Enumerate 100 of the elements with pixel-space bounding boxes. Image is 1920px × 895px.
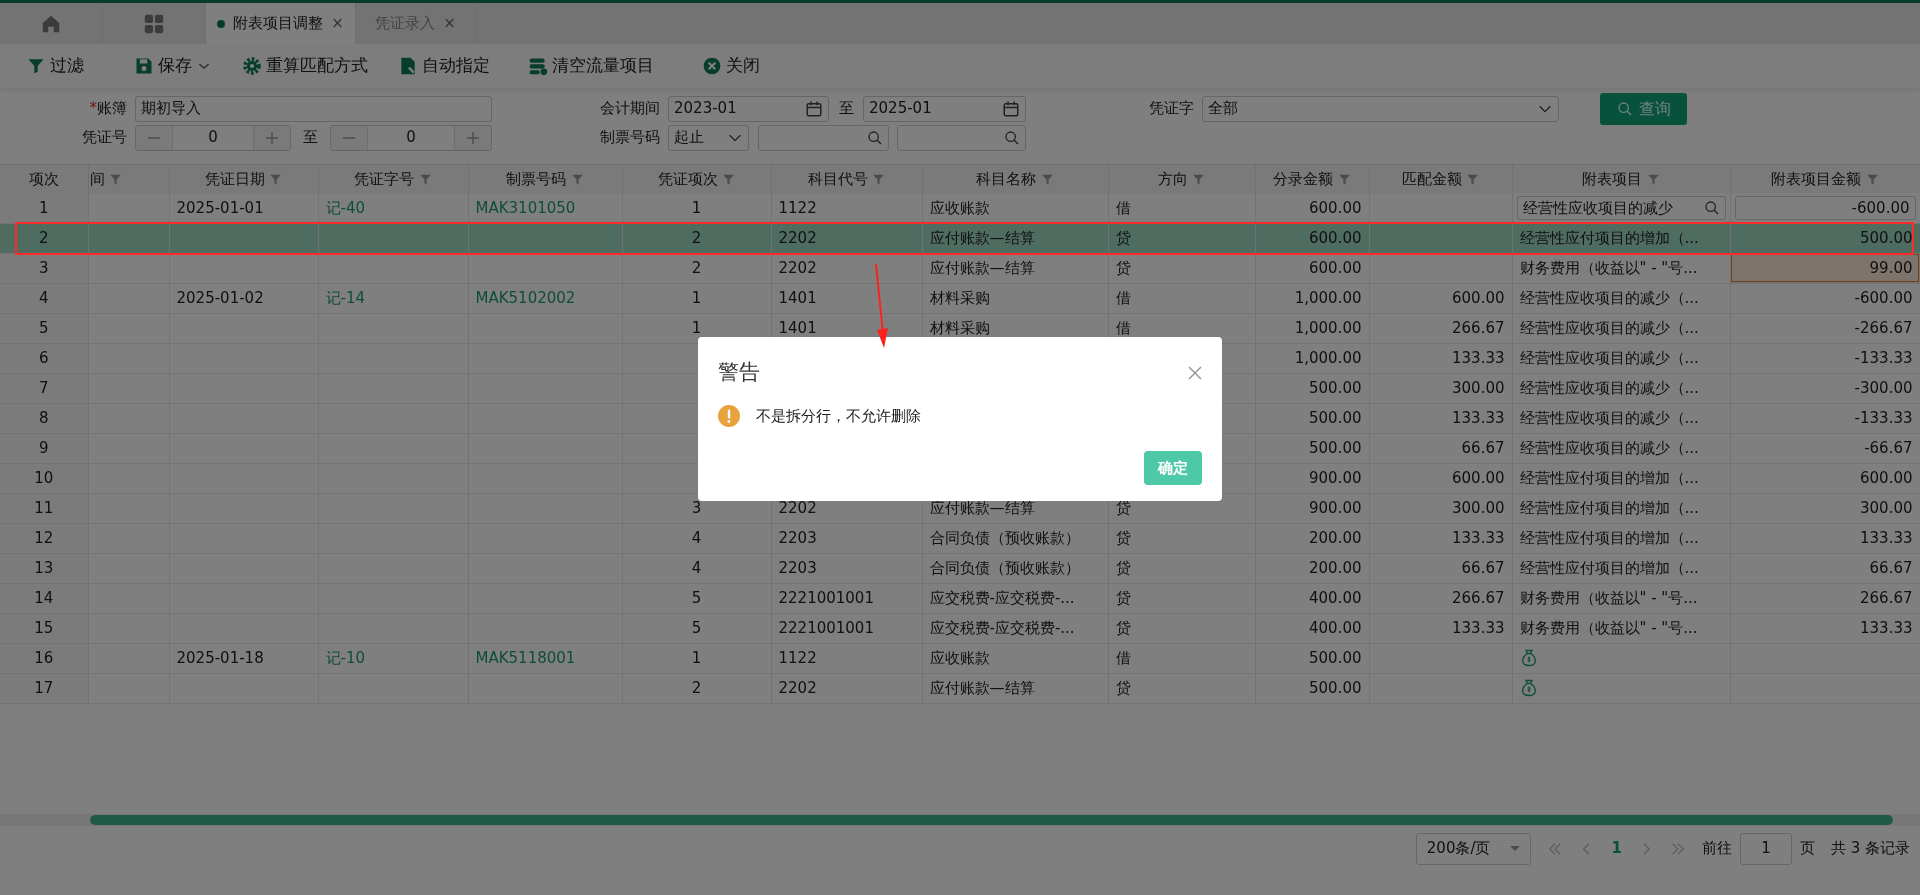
field-label: 账簿 [97, 99, 127, 118]
table-cell: 贷 [1115, 528, 1131, 547]
table-cell: 3 [691, 498, 702, 517]
toolbar-button[interactable]: 关闭 [702, 53, 760, 79]
table-cell: 266.67 [1452, 588, 1505, 607]
table-cell: 2202 [778, 498, 817, 517]
date-field[interactable]: 2025-01 [863, 95, 1026, 122]
table-row[interactable]: 4 2025-01-02 记-14 MAK5102002 1 1401 材料采购 借 1,000.00 600.00 经营性应收项目的减少（... -600.00 [0, 283, 1920, 313]
table-row[interactable]: 13 4 2203 合同负债（预收账款） 贷 200.00 66.67 经营性应付项目的增加（... 66.67 [0, 553, 1920, 583]
table-row[interactable]: 15 5 2221001001 应交税费-应交税费-... 贷 400.00 133.33 财务费用（收益以" - "号... 133.33 [0, 613, 1920, 643]
table-cell: 600.00 [1452, 468, 1505, 487]
table-cell: 借 [1115, 288, 1131, 307]
table-cell: 14 [34, 588, 54, 607]
table-cell: 经营性应付项目的增加（... [1519, 498, 1699, 517]
table-cell: 应付账款—结算 [929, 678, 1035, 697]
table-cell: 133.33 [1860, 618, 1913, 637]
table-cell: 1,000.00 [1294, 348, 1362, 367]
field-label: 制票号码 [600, 128, 660, 147]
table-cell: 1 [691, 198, 702, 217]
table-cell: 200.00 [1309, 558, 1362, 577]
table-cell: 应付账款—结算 [929, 258, 1035, 277]
link[interactable]: 记-14 [325, 288, 365, 307]
horizontal-scrollbar[interactable] [0, 814, 1920, 826]
table-cell: 2 [38, 228, 49, 247]
toolbar-button[interactable]: 重算匹配方式 [242, 53, 368, 79]
table-cell: 贷 [1115, 258, 1131, 277]
table-cell: 66.67 [1869, 558, 1913, 577]
table-cell: 66.67 [1461, 438, 1505, 457]
close-icon[interactable]: × [443, 12, 456, 35]
link[interactable]: 记-40 [325, 198, 365, 217]
table-row[interactable]: 16 2025-01-18 记-10 MAK5118001 1 1122 应收账款 借 500.00 [0, 643, 1920, 673]
table-row[interactable]: 2 2 2202 应付账款—结算 贷 600.00 经营性应付项目的增加（... 500.00 [0, 223, 1920, 253]
table-cell: 133.33 [1452, 528, 1505, 547]
table-cell: 2221001001 [778, 588, 874, 607]
table-cell: 133.33 [1860, 528, 1913, 547]
close-icon[interactable]: × [331, 12, 344, 35]
table-cell: 3 [38, 258, 49, 277]
table-row[interactable]: 14 5 2221001001 应交税费-应交税费-... 贷 400.00 266.67 财务费用（收益以" - "号... 266.67 [0, 583, 1920, 613]
table-row[interactable]: 12 4 2203 合同负债（预收账款） 贷 200.00 133.33 经营性应付项目的增加（... 133.33 [0, 523, 1920, 553]
table-cell: 500.00 [1309, 438, 1362, 457]
table-cell: 500.00 [1309, 408, 1362, 427]
table-cell: 16 [34, 648, 54, 667]
table-cell: 1,000.00 [1294, 288, 1362, 307]
voucher-type-select[interactable]: 全部 [1202, 95, 1559, 122]
record-count: 共 3 条记录 [1830, 838, 1910, 860]
table-cell: -600.00 [1854, 288, 1913, 307]
number-stepper[interactable]: 0 [135, 124, 291, 151]
toolbar-button[interactable]: 过滤 [26, 53, 84, 79]
table-cell: 2202 [778, 258, 817, 277]
database-icon [528, 56, 548, 76]
table-row[interactable]: 3 2 2202 应付账款—结算 贷 600.00 财务费用（收益以" - "号... 99.00 [0, 253, 1920, 283]
toolbar-button[interactable]: 清空流量项目 [528, 53, 654, 79]
range-select[interactable]: 起止 [668, 124, 749, 151]
table-row[interactable]: 1 2025-01-01 记-40 MAK3101050 1 1122 应收账款 借 600.00 经营性应收项目的减少 -600.00 [0, 193, 1920, 223]
close-circle-icon [702, 56, 722, 76]
table-cell: 2025-01-01 [176, 198, 264, 217]
column-header: 分录金额 [1273, 169, 1334, 188]
table-cell: 2 [691, 228, 702, 247]
table-cell: 500.00 [1309, 378, 1362, 397]
required-mark: * [89, 99, 97, 118]
link[interactable]: MAK5118001 [475, 648, 576, 667]
plus-icon[interactable] [265, 130, 279, 145]
column-header: 凭证项次 [657, 169, 718, 188]
search-icon [1703, 199, 1720, 216]
toolbar-button[interactable]: 保存 [134, 53, 212, 79]
link[interactable]: MAK5102002 [475, 288, 576, 307]
table-cell: 1 [38, 198, 49, 217]
search-field[interactable] [897, 124, 1026, 151]
close-icon[interactable] [1188, 365, 1202, 380]
pager-label: 前往 [1701, 838, 1732, 860]
calendar-icon [805, 99, 823, 118]
table-cell: 贷 [1115, 678, 1131, 697]
table-cell: 9 [38, 438, 49, 457]
link[interactable]: MAK3101050 [475, 198, 576, 217]
table-cell: 2025-01-18 [176, 648, 264, 667]
table-cell: 1122 [778, 648, 817, 667]
item-search-field[interactable]: 经营性应收项目的减少 [1516, 195, 1726, 220]
link[interactable]: 记-10 [325, 648, 365, 667]
number-stepper[interactable]: 0 [330, 124, 492, 151]
table-cell: 66.67 [1461, 558, 1505, 577]
column-header: 凭证字号 [354, 169, 415, 188]
page-input[interactable]: 1 [1739, 832, 1792, 865]
page-size-select[interactable]: 200条/页 [1416, 832, 1532, 865]
ledger-field[interactable]: 期初导入 [135, 95, 492, 122]
table-cell: 133.33 [1452, 348, 1505, 367]
plus-icon[interactable] [466, 130, 480, 145]
date-field[interactable]: 2023-01 [668, 95, 829, 122]
tab[interactable]: 附表项目调整 × [206, 3, 356, 44]
gear-icon [242, 56, 262, 76]
table-cell: 12 [34, 528, 54, 547]
table-row[interactable]: 17 2 2202 应付账款—结算 贷 500.00 [0, 673, 1920, 703]
table-cell: 材料采购 [929, 318, 990, 337]
table-cell: 5 [691, 618, 702, 637]
table-cell: 经营性应收项目的减少（... [1519, 438, 1699, 457]
search-field[interactable] [758, 124, 889, 151]
toolbar-button[interactable]: 自动指定 [398, 53, 490, 79]
table-cell: 应付账款—结算 [929, 228, 1035, 247]
amount-field[interactable]: -600.00 [1734, 195, 1916, 220]
table-cell: 经营性应收项目的减少（... [1519, 348, 1699, 367]
tab-label: 附表项目调整 [233, 13, 324, 35]
